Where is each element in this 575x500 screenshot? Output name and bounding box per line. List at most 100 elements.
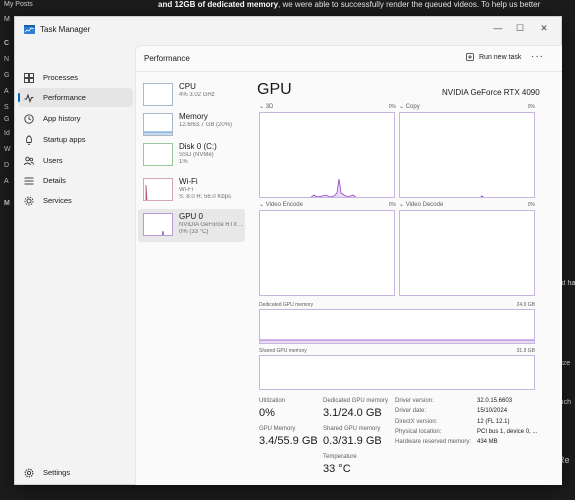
engine-name: Video Decode: [405, 202, 444, 208]
device-name: CPU: [179, 82, 196, 91]
device-gpu-0[interactable]: GPU 0 NVIDIA GeForce RTX ... 0% (33 °C): [138, 209, 245, 242]
users-icon: [24, 156, 34, 165]
details-icon: [24, 177, 34, 184]
nav-item-startup-apps[interactable]: Startup apps: [18, 130, 133, 149]
shared-memory-graph-label: Shared GPU memory: [259, 348, 307, 354]
graph-copy: [399, 112, 535, 198]
nav-item-label: App history: [43, 114, 81, 123]
device-wifi[interactable]: Wi-Fi Wi-Fi S: 8.0 R: 56.0 Kbps: [138, 174, 245, 207]
forum-sidebar-item[interactable]: S: [4, 104, 9, 111]
device-detail: SSD (NVMe): [179, 152, 214, 158]
device-name: GPU 0: [179, 212, 204, 221]
device-detail: NVIDIA GeForce RTX ...: [179, 222, 243, 228]
driver-date-label: Driver date:: [395, 408, 427, 414]
hardware-reserved-memory-value: 434 MB: [477, 439, 498, 445]
forum-sidebar-item[interactable]: W: [4, 146, 11, 153]
forum-post-rest-text: , we were able to successfully render th…: [278, 0, 541, 9]
nav-item-label: Processes: [43, 73, 79, 82]
nav-item-settings[interactable]: Settings: [18, 463, 133, 482]
nav-item-users[interactable]: Users: [18, 151, 133, 170]
nav-item-label: Services: [43, 196, 72, 205]
engine-selector-copy[interactable]: ⌄ Copy: [399, 103, 420, 110]
driver-version-value: 32.0.15.6603: [477, 398, 513, 404]
settings-gear-icon: [24, 468, 34, 477]
engine-selector-video-encode[interactable]: ⌄ Video Encode: [259, 201, 303, 208]
device-disk[interactable]: Disk 0 (C:) SSD (NVMe) 1%: [138, 139, 245, 172]
task-manager-window: Task Manager — ☐ ✕ Processes Performance: [14, 16, 562, 485]
performance-icon: [24, 92, 34, 103]
device-detail: S: 8.0 R: 56.0 Kbps: [179, 194, 232, 200]
forum-sidebar-item[interactable]: M: [4, 200, 10, 207]
shared-memory-label: Shared GPU memory: [323, 426, 381, 432]
utilization-label: Utilization: [259, 398, 286, 404]
device-detail: 0% (33 °C): [179, 229, 209, 235]
engine-selector-video-decode[interactable]: ⌄ Video Decode: [399, 201, 443, 208]
forum-sidebar-item[interactable]: D: [4, 162, 9, 169]
device-memory[interactable]: Memory 12.6/63.7 GB (20%): [138, 109, 245, 142]
wifi-thumbnail: [143, 178, 173, 201]
more-options-button[interactable]: ···: [531, 51, 544, 62]
graph-video-encode: [259, 210, 395, 296]
disk-thumbnail: [143, 143, 173, 166]
nav-item-label: Details: [43, 176, 66, 185]
engine-name: Video Encode: [265, 202, 303, 208]
engine-percent: 0%: [527, 202, 535, 208]
forum-sidebar-item[interactable]: Id: [4, 130, 10, 137]
close-button[interactable]: ✕: [534, 20, 554, 36]
processes-icon: [24, 72, 34, 83]
nav-item-performance[interactable]: Performance: [18, 88, 133, 107]
minimize-button[interactable]: —: [488, 20, 508, 36]
graph-video-decode: [399, 210, 535, 296]
run-new-task-button[interactable]: Run new task: [466, 53, 521, 61]
maximize-button[interactable]: ☐: [510, 20, 530, 36]
device-name: Wi-Fi: [179, 177, 198, 186]
graph-3d-svg: [310, 178, 357, 197]
engine-name: 3D: [265, 104, 274, 110]
engine-percent: 0%: [388, 104, 396, 110]
nav-pane: Processes Performance App history Startu…: [15, 45, 135, 485]
dedicated-memory-graph-label: Dedicated GPU memory: [259, 302, 314, 308]
forum-sidebar-item[interactable]: C: [4, 40, 9, 47]
forum-sidebar-item[interactable]: G: [4, 72, 9, 79]
forum-post-bold-text: and 12GB of dedicated memory: [158, 0, 279, 9]
graph-dedicated-memory: [259, 309, 535, 344]
chevron-down-icon: ⌄: [399, 104, 405, 110]
title-bar[interactable]: Task Manager — ☐ ✕: [15, 17, 561, 45]
graph-3d: [259, 112, 395, 198]
nav-item-app-history[interactable]: App history: [18, 109, 133, 128]
memory-thumbnail: [143, 113, 173, 136]
nav-item-label: Settings: [43, 468, 71, 477]
engine-selector-3d[interactable]: ⌄ 3D: [259, 103, 273, 110]
nav-item-services[interactable]: Services: [18, 191, 133, 210]
forum-sidebar-item[interactable]: G: [4, 116, 9, 123]
forum-sidebar-item[interactable]: A: [4, 88, 9, 95]
gpu-memory-value: 3.4/55.9 GB: [259, 435, 318, 447]
chevron-down-icon: ⌄: [399, 202, 405, 208]
chevron-down-icon: ⌄: [259, 202, 265, 208]
app-history-icon: [24, 113, 34, 124]
directx-version-label: DirectX version:: [395, 419, 438, 425]
utilization-value: 0%: [259, 407, 275, 419]
startup-apps-icon: [26, 134, 32, 145]
shared-memory-graph-max: 31.9 GB: [516, 348, 535, 354]
nav-item-details[interactable]: Details: [18, 171, 133, 190]
graph-copy-svg: [480, 195, 484, 197]
engine-percent: 0%: [527, 104, 535, 110]
dedicated-memory-label: Dedicated GPU memory: [323, 398, 389, 404]
nav-item-label: Performance: [43, 93, 86, 102]
shared-memory-value: 0.3/31.9 GB: [323, 435, 382, 447]
temperature-value: 33 °C: [323, 463, 351, 475]
gpu-memory-label: GPU Memory: [259, 426, 296, 432]
hardware-reserved-memory-label: Hardware reserved memory:: [395, 439, 472, 445]
graph-shared-memory: [259, 355, 535, 390]
run-task-icon: [466, 53, 474, 61]
forum-sidebar-item[interactable]: N: [4, 56, 9, 63]
forum-sidebar-item[interactable]: A: [4, 178, 9, 185]
forum-sidebar-item[interactable]: M: [4, 16, 10, 23]
forum-sidebar-my-posts[interactable]: My Posts: [4, 1, 33, 8]
nav-item-label: Startup apps: [43, 135, 86, 144]
device-cpu[interactable]: CPU 4% 3.02 GHz: [138, 79, 245, 112]
graph-shared-memory-svg: [260, 356, 535, 390]
device-detail: 12.6/63.7 GB (20%): [179, 122, 233, 128]
nav-item-processes[interactable]: Processes: [18, 68, 133, 87]
